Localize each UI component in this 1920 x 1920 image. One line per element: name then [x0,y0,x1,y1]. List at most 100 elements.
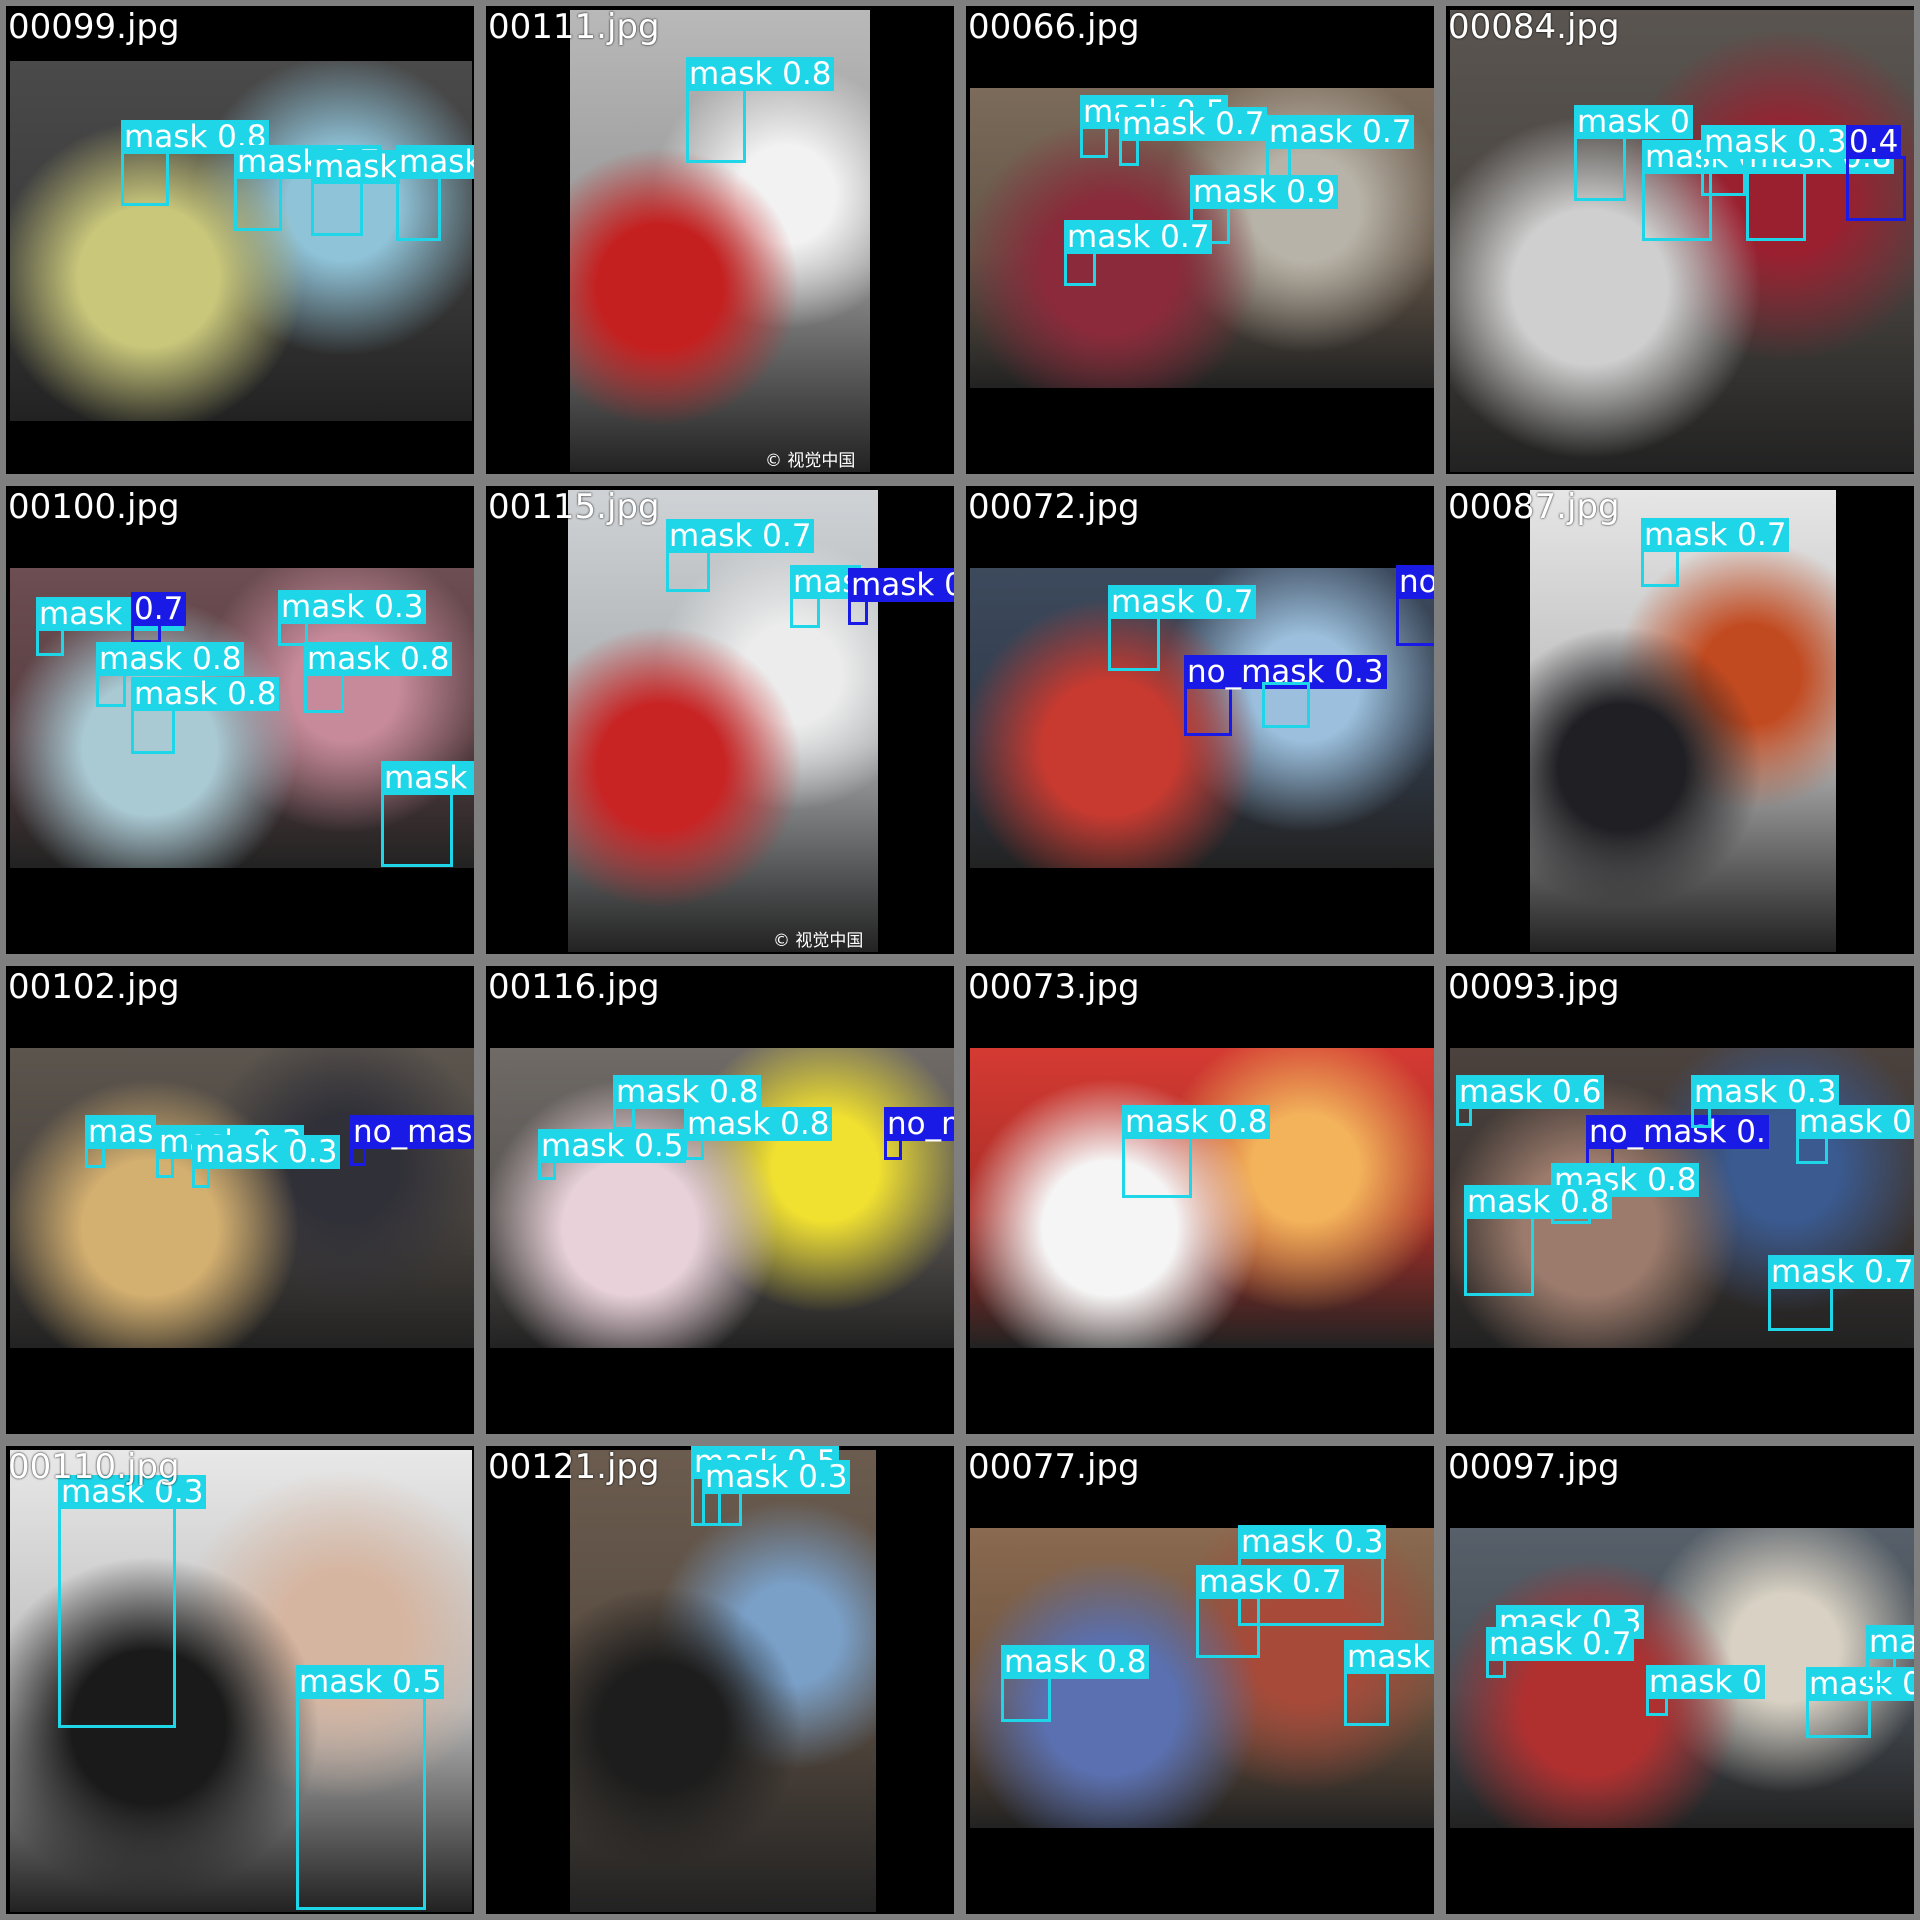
image-filename: 00072.jpg [968,487,1140,527]
detection-label: mask 0.5 [538,1129,687,1163]
photo [568,490,878,952]
detection-label: mask 0.3 [1238,1525,1387,1559]
mask-detection-box: mask 0.8 [1866,1625,1914,1686]
mask-detection-box: mask 0.6 [1456,1075,1605,1126]
image-filename: 00100.jpg [8,487,180,527]
image-filename: 00099.jpg [8,7,180,47]
no-mask-detection-box: no_mask 0.3 [1184,655,1387,736]
mask-detection-box: mask 0.5 [396,145,474,241]
detection-label: mask 0.8 [131,677,280,711]
detection-label: mask 0.9 [1190,175,1339,209]
result-tile: mask 0.4 0.7 mask 0.8 mask 0.8 mask 0.3 mask … [0,480,480,960]
detection-label: mask 0.8 [684,1107,833,1141]
mask-detection-box: mas [85,1115,157,1168]
detection-label: mask 0.8 [96,642,245,676]
mask-detection-box: mask 0 [1646,1665,1765,1716]
image-filename: 00102.jpg [8,967,180,1007]
watermark-text: © 视觉中国 [773,931,864,951]
image-filename: 00111.jpg [488,7,660,47]
result-tile: mask 0.5mask 0.7mask 0.7mask 0.9mask 0.7… [960,0,1440,480]
image-filename: 00115.jpg [488,487,660,527]
detection-label: no_mask 0.4 [884,1107,954,1141]
mask-detection-box: mask 0.3 [702,1460,851,1526]
result-tile: mask 0.3 mask 0.7 mask 0.8 mask 0. 00077.jpg [960,1440,1440,1920]
no-mask-detection-box: 0.7 [131,592,187,643]
mask-detection-box: mask 0.3 [192,1135,341,1188]
mask-detection-box: mask 0.8 [131,677,280,754]
detection-label: mask 0 [1574,105,1693,139]
image-filename: 00097.jpg [1448,1447,1620,1487]
detection-label: no_mask 0. [1586,1115,1769,1149]
detection-label: mask 0.8 [1122,1105,1271,1139]
mask-detection-box: mask [311,150,401,236]
mask-detection-box: mask 0.7 [1768,1255,1914,1331]
mask-detection-box: mask 0.4 [36,597,185,656]
detection-label: mask 0.7 [666,519,815,553]
detection-label: mask 0.3 [702,1460,851,1494]
mask-detection-box: mask 0.7 [1486,1627,1635,1678]
detection-label: mask 0.5 [396,145,474,179]
result-tile: mask 0.6 no_mask 0.mask 0.3mask 0.5 mask 0… [1440,960,1920,1440]
mask-detection-box: mask 0.8 [381,761,474,867]
detection-label: mask 0 [1646,1665,1765,1699]
result-tile: mask 0mask 0.8mask 0.8mask 0.30.400084.j… [1440,0,1920,480]
mask-detection-box: mask 0.5 [538,1129,687,1180]
image-filename: 00093.jpg [1448,967,1620,1007]
mask-detection-box: mask 0.7 [1064,220,1213,286]
detection-label: mask 0.5 [1796,1105,1914,1139]
mask-detection-box: mask 0.8 [1001,1645,1150,1722]
detection-label: mask 0.6 [1456,1075,1605,1109]
detection-label: mask 0.8 [381,761,474,795]
mask-detection-box: mask 0.8 [96,642,245,707]
mask-detection-box: mask 0.8 [304,642,453,713]
detection-label: mask 0.8 [304,642,453,676]
result-tile: mask 0.8mask 0.7maskmask 0.5 00099.jpg [0,0,480,480]
detection-label: 0.7 [131,592,187,626]
photo [970,1048,1434,1348]
mask-detection-box: mask 0.7 [1196,1565,1345,1658]
detection-label: mask 0.7 [1266,115,1415,149]
mask-detection-box: mask 0.7 [666,519,815,592]
photo [10,1048,474,1348]
result-tile: © 视觉中国 mask 0.8 00111.jpg [480,0,960,480]
detection-label: mask 0.8 [613,1075,762,1109]
result-tile: mask 0.5mask 0.300121.jpg [480,1440,960,1920]
result-tile: mask 0.7 00087.jpg [1440,480,1920,960]
detection-label: mask [311,150,401,184]
watermark-text: © 视觉中国 [765,451,856,471]
detection-label: mask 0.7 [1806,1667,1914,1701]
detection-label: mask 0.7 [1768,1255,1914,1289]
image-filename: 00121.jpg [488,1447,660,1487]
detection-label: mask 0.8 [1464,1185,1613,1219]
image-filename: 00110.jpg [8,1447,180,1487]
mask-detection-box: mask 0.8 [686,57,835,163]
mask-detection-box [1262,682,1310,728]
no-mask-detection-box: no_mask 0.4 [884,1107,954,1160]
mask-detection-box: mask 0.3 [1691,1075,1840,1128]
detection-label: mask 0.7 [1064,220,1213,254]
image-filename: 00077.jpg [968,1447,1140,1487]
detection-label: mask 0.8 [1866,1625,1914,1659]
result-tile: masmask 0.3mask 0.3no_mask 0.700102.jpg [0,960,480,1440]
mask-detection-box: mask 0.7 [234,145,383,231]
detection-label: mask 0.5 [296,1665,445,1699]
mask-detection-box: mask 0.3 [58,1475,207,1728]
detection-label: mask 0.3 [1701,125,1850,159]
no-mask-detection-box: no_mask 0.5 [1396,565,1434,646]
mask-detection-box: mask 0.7 [1108,585,1257,671]
image-filename: 00087.jpg [1448,487,1620,527]
detection-label: mask 0. [1344,1640,1434,1674]
detection-label: no_mask 0.7 [350,1115,474,1149]
detection-label: mask 0.3 [192,1135,341,1169]
mask-detection-box: mask 0.8 [121,120,270,206]
image-filename: 00066.jpg [968,7,1140,47]
mask-detection-box: mask 0.8 [613,1075,762,1130]
result-tile: mask 0.3 mask 0.5 00110.jpg [0,1440,480,1920]
detection-label: no_mask 0.5 [1396,565,1434,599]
mask-detection-box: mask 0.8 [684,1107,833,1160]
detection-label: mask 0.7 [1196,1565,1345,1599]
mask-detection-box: mask 0.7 [1641,518,1790,587]
mask-detection-box: mask 0.3 [1701,125,1850,196]
mask-detection-box: mask 0.7 [1119,107,1268,166]
no-mask-detection-box: no_mask 0.7 [350,1115,474,1166]
